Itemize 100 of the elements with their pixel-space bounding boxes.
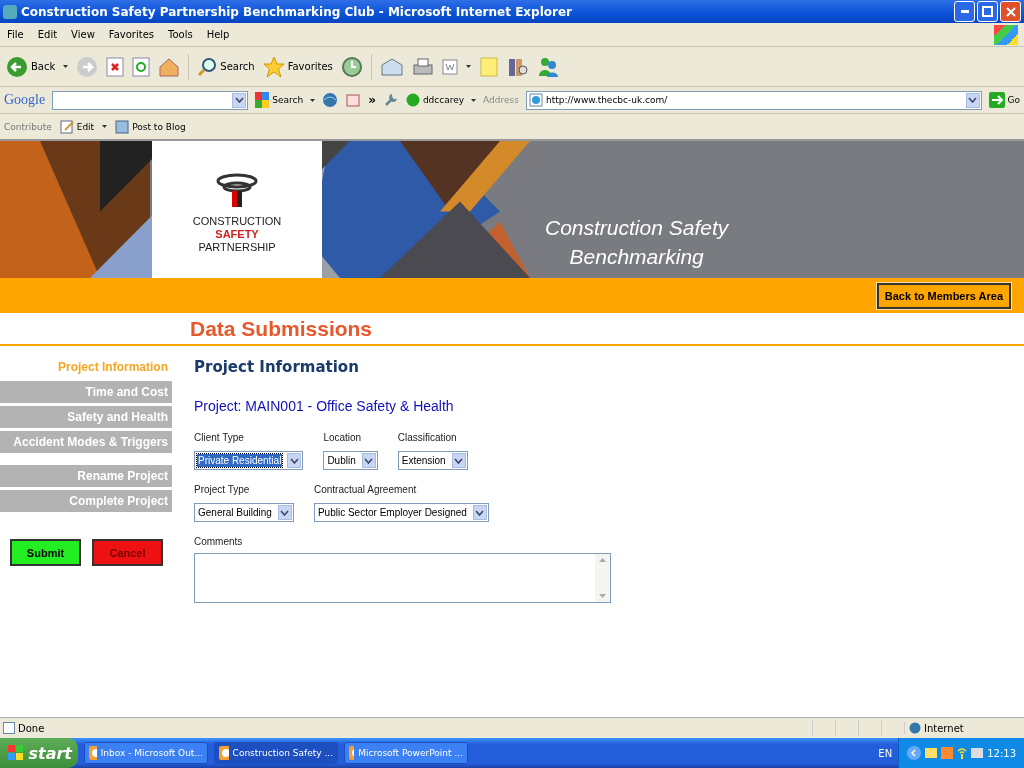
url-text: http://www.thecbc-uk.com/ — [545, 95, 669, 105]
post-to-blog-button[interactable]: Post to Blog — [115, 119, 186, 134]
scroll-up-icon[interactable] — [599, 558, 606, 562]
chevron-icon — [234, 97, 244, 103]
taskbar-button[interactable]: Microsoft PowerPoint ... — [344, 742, 468, 764]
zone-label: Internet — [924, 722, 964, 734]
chevron-icon — [968, 97, 977, 103]
account-button[interactable]: ddccarey — [405, 93, 465, 107]
caret-icon[interactable] — [471, 98, 477, 102]
logo-text: SAFETY — [215, 228, 259, 241]
chevron-icon — [364, 457, 374, 464]
address-field[interactable]: http://www.thecbc-uk.com/ — [525, 90, 982, 110]
status-dot-icon — [405, 93, 420, 107]
banner-tagline: Construction Safety — [545, 215, 729, 241]
refresh-icon[interactable] — [132, 56, 151, 77]
monitor-icon[interactable] — [971, 748, 984, 758]
document-icon[interactable] — [441, 58, 458, 75]
globe-icon[interactable] — [322, 92, 339, 108]
printer-icon[interactable] — [411, 56, 434, 77]
project-title: Project: MAIN001 - Office Safety & Health — [194, 398, 455, 414]
window-title: Construction Safety Partnership Benchmarking Club - Microsoft Internet Explorer — [21, 4, 573, 19]
chevron-icon — [280, 509, 290, 516]
forward-icon[interactable] — [76, 55, 99, 78]
field-label: Classification — [397, 432, 458, 443]
mail-icon[interactable] — [379, 56, 404, 77]
maximize-button[interactable] — [977, 1, 998, 22]
go-arrow-icon — [988, 92, 1005, 108]
minimize-button[interactable] — [954, 1, 975, 22]
scroll-down-icon[interactable] — [599, 594, 606, 598]
clock: 12:13 — [987, 747, 1016, 759]
browser-icon — [3, 4, 17, 19]
dropdown[interactable]: Dublin — [323, 451, 378, 470]
submit-button[interactable]: Submit — [10, 539, 81, 566]
favorites-button[interactable]: Favorites — [262, 55, 333, 78]
more-button[interactable]: » — [368, 93, 376, 107]
search-icon — [197, 56, 218, 77]
back-to-members-button[interactable]: Back to Members Area — [876, 282, 1011, 309]
back-button[interactable]: Back — [6, 55, 56, 78]
field-label: Comments — [194, 536, 244, 547]
app-icon — [89, 746, 97, 760]
stop-icon[interactable] — [106, 56, 125, 77]
wireless-icon[interactable] — [957, 747, 968, 759]
field-label: Project Type — [194, 484, 251, 495]
caret-icon[interactable] — [310, 98, 316, 102]
search-button[interactable]: Search — [197, 56, 255, 77]
google-search-field[interactable] — [52, 90, 249, 110]
menu-item[interactable]: Tools — [167, 29, 194, 40]
page-icon — [528, 93, 543, 107]
star-icon — [262, 55, 285, 78]
page-heading: Data Submissions — [190, 316, 373, 341]
taskbar-button[interactable]: Inbox - Microsoft Out... — [84, 742, 208, 764]
envelope-icon[interactable] — [925, 748, 938, 758]
dropdown[interactable]: Public Sector Employer Designed — [313, 503, 489, 522]
edit-button[interactable]: Edit — [59, 119, 95, 134]
page-icon — [3, 722, 15, 734]
chevron-icon — [475, 509, 485, 516]
close-button[interactable] — [1000, 1, 1021, 22]
menu-item[interactable]: View — [70, 29, 96, 40]
dropdown[interactable]: General Building — [194, 503, 294, 522]
menu-item[interactable]: Favorites — [107, 29, 155, 40]
dropdown[interactable]: Private Residential — [194, 451, 304, 470]
caret-icon[interactable] — [465, 65, 471, 68]
home-icon[interactable] — [158, 56, 181, 77]
blog-page-icon — [115, 119, 130, 134]
windows-logo-icon — [994, 24, 1018, 45]
globe-icon — [909, 722, 921, 734]
address-label: Address — [483, 95, 519, 105]
history-icon[interactable] — [340, 55, 363, 78]
chevron-icon — [454, 457, 464, 464]
dropdown[interactable]: Extension — [397, 451, 468, 470]
chevron-icon[interactable] — [907, 746, 922, 760]
app-icon — [349, 746, 355, 760]
comments-field[interactable] — [194, 553, 611, 603]
menu-item[interactable]: File — [6, 29, 25, 40]
calendar-icon[interactable] — [345, 92, 362, 108]
field-label: Location — [323, 432, 363, 443]
messenger-icon[interactable] — [536, 55, 559, 78]
go-button[interactable]: Go — [988, 92, 1020, 108]
field-label: Contractual Agreement — [313, 484, 418, 495]
menu-item[interactable]: Edit — [36, 29, 59, 40]
google-search-button[interactable]: Search — [255, 92, 304, 108]
windows-logo-icon — [8, 745, 24, 761]
banner-tagline: Benchmarking — [569, 244, 704, 270]
contribute-label: Contribute — [4, 121, 52, 132]
chevron-icon — [289, 457, 299, 464]
taskbar-button[interactable]: Construction Safety ... — [214, 742, 338, 764]
app-icon — [219, 746, 229, 760]
close-icon — [1005, 6, 1016, 17]
squares-icon — [255, 92, 270, 108]
caret-icon[interactable] — [102, 125, 108, 128]
section-title: Project Information — [194, 358, 360, 376]
logo-text: CONSTRUCTION — [192, 215, 282, 228]
google-logo: Google — [4, 92, 46, 108]
scrollbar[interactable] — [595, 554, 610, 602]
pencil-page-icon — [59, 119, 74, 134]
field-label: Client Type — [194, 432, 245, 443]
language-indicator[interactable]: EN — [878, 747, 893, 759]
menu-item[interactable]: Help — [205, 29, 231, 40]
status-text: Done — [18, 722, 46, 734]
caret-icon[interactable] — [63, 65, 69, 68]
